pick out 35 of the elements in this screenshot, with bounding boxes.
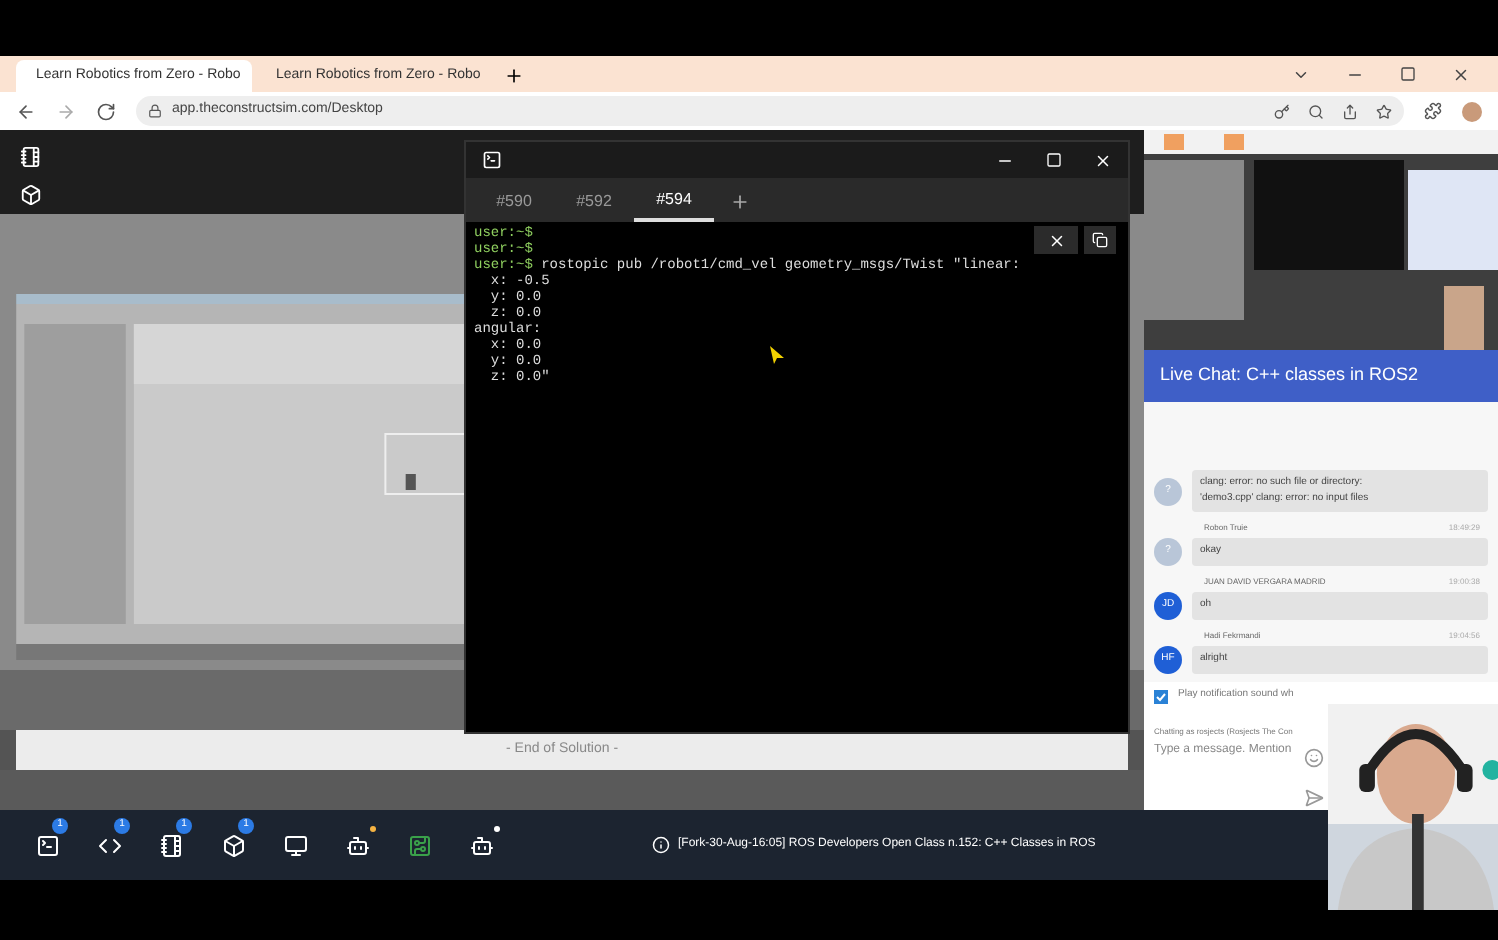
close-icon	[1047, 231, 1065, 249]
share-icon[interactable]	[1342, 103, 1358, 119]
robot-icon[interactable]	[470, 833, 494, 857]
back-icon[interactable]	[16, 101, 36, 121]
reload-icon[interactable]	[96, 101, 116, 121]
lock-icon	[148, 104, 162, 118]
star-icon[interactable]	[1376, 103, 1392, 119]
board-icon[interactable]	[408, 833, 432, 857]
checkbox[interactable]	[1154, 689, 1168, 703]
new-tab-icon[interactable]	[504, 66, 524, 86]
copy-button[interactable]	[1084, 226, 1116, 254]
terminal-tab[interactable]: #594	[634, 182, 714, 222]
terminal-icon	[482, 150, 502, 170]
send-icon[interactable]	[1304, 788, 1324, 808]
code-icon[interactable]	[98, 833, 122, 857]
copy-icon	[1092, 232, 1108, 248]
emoji-icon[interactable]	[1304, 748, 1324, 768]
notebook-icon[interactable]	[20, 146, 42, 168]
terminal-tab[interactable]: #590	[474, 182, 554, 222]
chevron-icon[interactable]	[1292, 66, 1310, 84]
search-icon[interactable]	[1308, 103, 1324, 119]
key-icon[interactable]	[1274, 103, 1290, 119]
notebook-icon[interactable]	[160, 833, 184, 857]
terminal-tab[interactable]: #592	[554, 182, 634, 222]
monitor-icon[interactable]	[284, 833, 308, 857]
puzzle-icon[interactable]	[1424, 102, 1442, 120]
cube-icon[interactable]	[222, 833, 246, 857]
chat-title: Live Chat: C++ classes in ROS2	[1160, 362, 1419, 389]
robot-icon[interactable]	[346, 833, 370, 857]
info-icon	[652, 836, 670, 854]
close-icon[interactable]	[1452, 66, 1470, 84]
pointer-icon	[770, 346, 784, 364]
close-button[interactable]	[1034, 226, 1078, 254]
cube-icon[interactable]	[20, 184, 42, 206]
terminal-icon[interactable]	[36, 833, 60, 857]
